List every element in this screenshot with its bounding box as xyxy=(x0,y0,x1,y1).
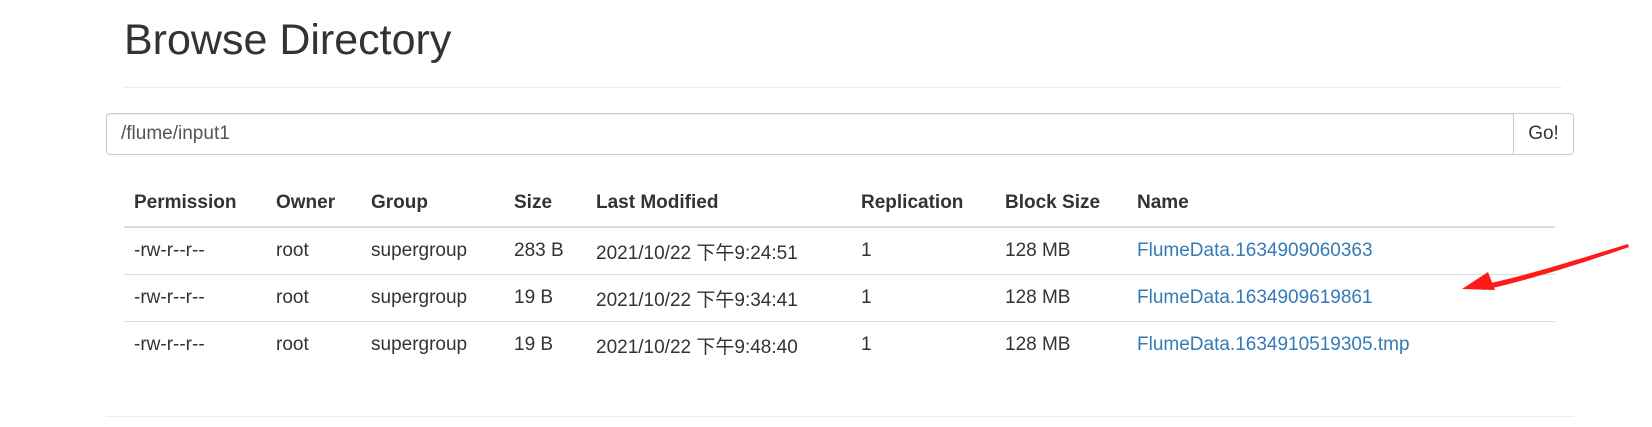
cell-block-size: 128 MB xyxy=(1005,240,1071,261)
cell-last-modified: 2021/10/22 下午9:24:51 xyxy=(596,242,798,264)
column-header-last-modified[interactable]: Last Modified xyxy=(586,180,851,228)
cell-permission: -rw-r--r-- xyxy=(134,240,205,261)
column-header-permission[interactable]: Permission xyxy=(124,180,266,228)
cell-owner: root xyxy=(266,274,361,322)
cell-last-modified: 2021/10/22 下午9:34:41 xyxy=(586,274,851,322)
cell-size: 283 B xyxy=(514,240,564,261)
cell-group: supergroup xyxy=(361,321,504,368)
go-button[interactable]: Go! xyxy=(1513,113,1574,155)
column-header-name[interactable]: Name xyxy=(1127,180,1555,228)
cell-replication: 1 xyxy=(851,274,995,322)
column-header-size[interactable]: Size xyxy=(504,180,586,228)
column-header-owner[interactable]: Owner xyxy=(266,180,361,228)
table-row: -rw-r--r-- root supergroup 19 B 2021/10/… xyxy=(124,321,1555,368)
path-bar: Go! xyxy=(106,113,1574,155)
page-title: Browse Directory xyxy=(124,16,452,64)
table-row: -rw-r--r-- root supergroup 19 B 2021/10/… xyxy=(124,274,1555,322)
table-row: -rw-r--r-- root supergroup 283 B 2021/10… xyxy=(124,227,1555,275)
cell-name: FlumeData.1634909619861 xyxy=(1127,274,1555,322)
cell-owner: root xyxy=(276,240,309,261)
cell-last-modified: 2021/10/22 下午9:48:40 xyxy=(586,321,851,368)
cell-block-size: 128 MB xyxy=(995,274,1127,322)
files-table: Permission Owner Group Size Last Modifie… xyxy=(124,180,1555,368)
file-link[interactable]: FlumeData.1634910519305.tmp xyxy=(1137,334,1410,355)
cell-name: FlumeData.1634910519305.tmp xyxy=(1127,321,1555,368)
cell-name: FlumeData.1634909060363 xyxy=(1127,227,1555,275)
cell-group: supergroup xyxy=(371,240,468,261)
cell-block-size: 128 MB xyxy=(995,321,1127,368)
title-divider xyxy=(124,87,1562,88)
table-header-row: Permission Owner Group Size Last Modifie… xyxy=(124,180,1555,228)
cell-permission: -rw-r--r-- xyxy=(124,321,266,368)
file-link[interactable]: FlumeData.1634909619861 xyxy=(1137,287,1373,308)
cell-size: 19 B xyxy=(504,274,586,322)
column-header-group[interactable]: Group xyxy=(361,180,504,228)
column-header-replication[interactable]: Replication xyxy=(851,180,995,228)
page: Browse Directory Go! Permission Owner Gr… xyxy=(0,0,1652,427)
cell-owner: root xyxy=(266,321,361,368)
cell-replication: 1 xyxy=(851,321,995,368)
footer-divider xyxy=(106,416,1574,417)
file-link[interactable]: FlumeData.1634909060363 xyxy=(1137,240,1373,261)
cell-group: supergroup xyxy=(361,274,504,322)
cell-permission: -rw-r--r-- xyxy=(124,274,266,322)
cell-replication: 1 xyxy=(861,240,872,261)
path-input[interactable] xyxy=(106,113,1513,155)
cell-size: 19 B xyxy=(504,321,586,368)
column-header-block-size[interactable]: Block Size xyxy=(995,180,1127,228)
